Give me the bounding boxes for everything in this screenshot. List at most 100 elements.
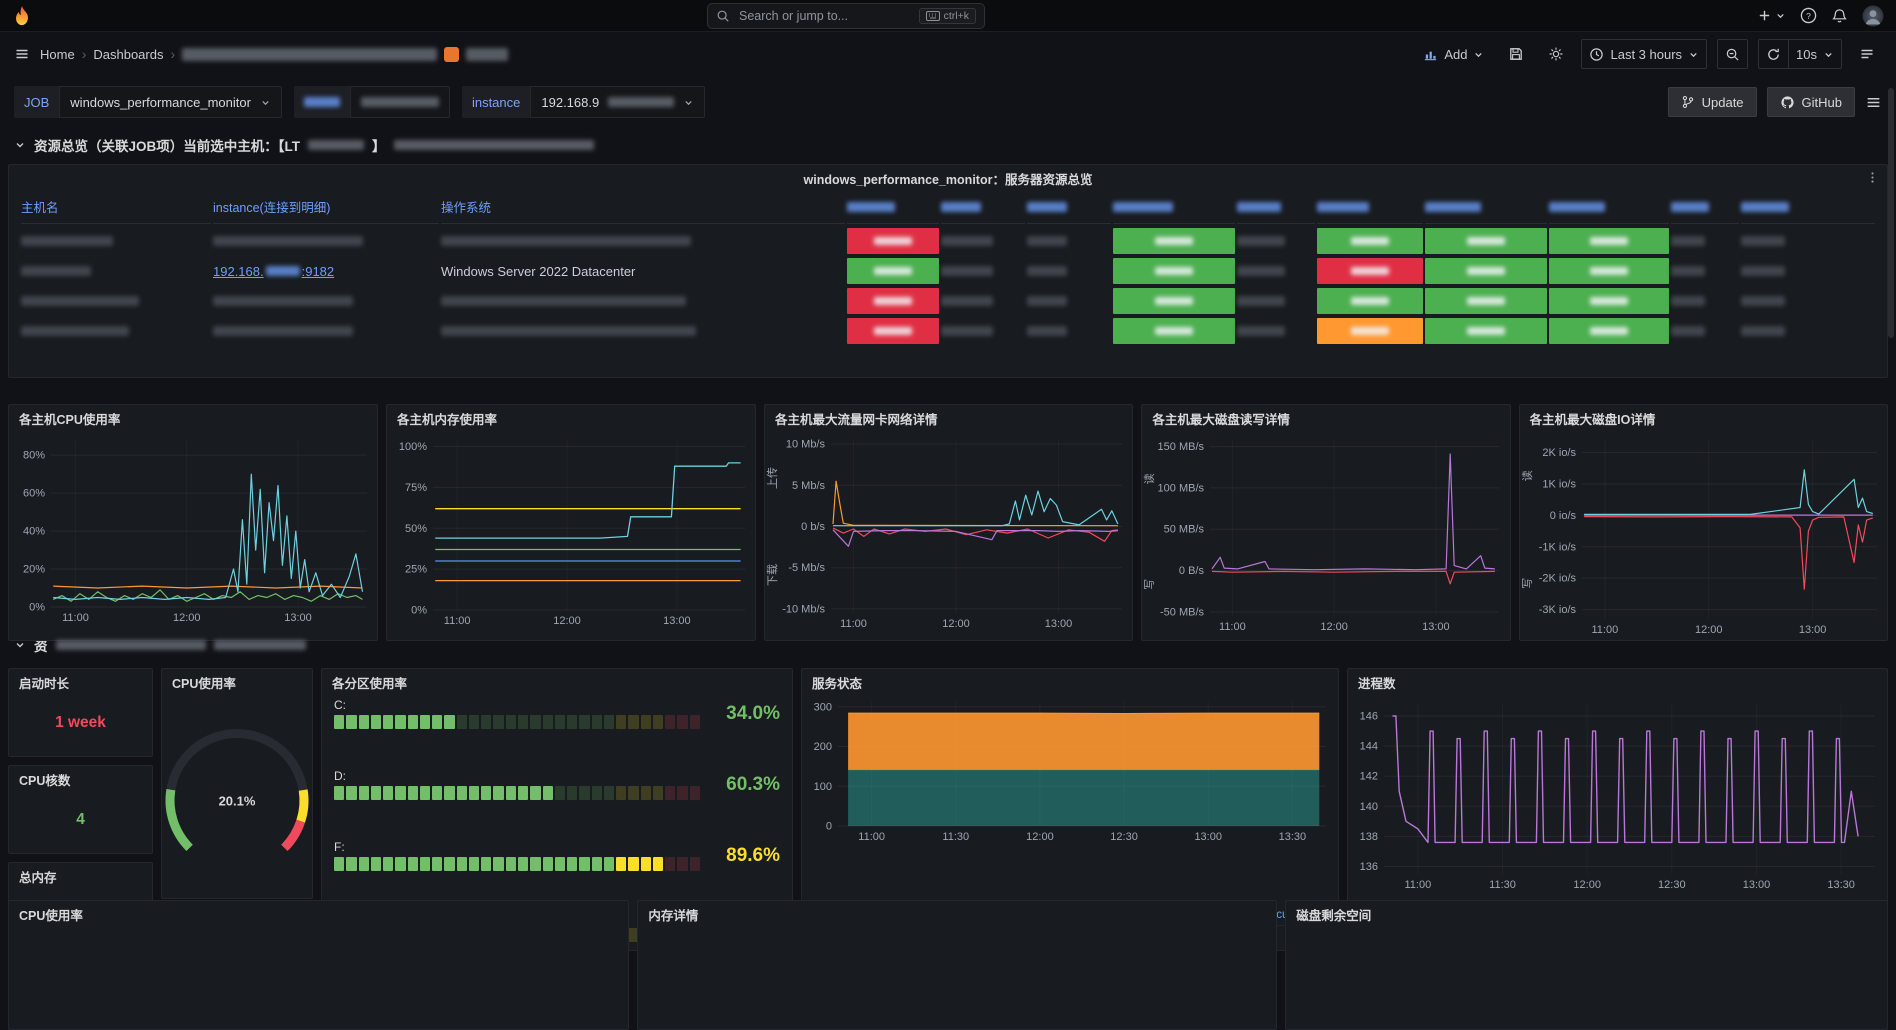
github-button[interactable]: GitHub <box>1767 87 1855 117</box>
redacted-text <box>441 296 686 306</box>
bar-cell <box>690 715 700 729</box>
svg-text:11:00: 11:00 <box>1591 624 1618 636</box>
table-header-redacted-7[interactable] <box>1549 194 1669 224</box>
partition-bar <box>334 715 700 729</box>
variable-redacted-select[interactable] <box>350 86 450 118</box>
svg-text:138: 138 <box>1360 831 1378 843</box>
svg-text:0 B/s: 0 B/s <box>1179 565 1205 577</box>
cell-instance <box>213 228 439 254</box>
new-menu-button[interactable] <box>1757 8 1786 23</box>
bar-cell <box>432 786 442 800</box>
bar-cell <box>506 786 516 800</box>
svg-text:12:30: 12:30 <box>1658 879 1686 891</box>
redacted-text <box>1741 236 1785 246</box>
time-range-picker[interactable]: Last 3 hours <box>1581 39 1707 69</box>
search-input[interactable] <box>737 8 912 24</box>
refresh-interval-dropdown[interactable]: 10s <box>1789 40 1841 68</box>
variable-job-label: JOB <box>14 86 59 118</box>
bar-cell <box>555 857 565 871</box>
grafana-logo[interactable] <box>12 5 32 27</box>
svg-text:75%: 75% <box>405 482 427 494</box>
dashboard-settings-button[interactable] <box>1541 39 1571 69</box>
bar-cell <box>665 786 675 800</box>
table-header-redacted-0[interactable] <box>847 194 939 224</box>
redacted-text <box>1155 237 1193 245</box>
redacted-text <box>1671 202 1709 212</box>
svg-text:25%: 25% <box>405 564 427 576</box>
redacted-text <box>441 326 696 336</box>
hostname-redacted <box>308 140 364 150</box>
panel-title: 进程数 <box>1348 669 1887 696</box>
bar-cell <box>408 857 418 871</box>
redacted-text <box>1027 236 1067 246</box>
panel-title: windows_performance_monitor：服务器资源总览 <box>9 165 1887 192</box>
disk-io-chart: 2K io/s1K io/s0 io/s-1K io/s-2K io/s-3K … <box>1520 432 1887 640</box>
update-button[interactable]: Update <box>1668 87 1757 117</box>
row-overview-toggle[interactable]: 资源总览（关联JOB项）当前选中主机：【LT 】 <box>8 126 1888 164</box>
breadcrumb-separator: › <box>170 46 175 62</box>
instance-link[interactable]: 192.168.:9182 <box>213 264 334 279</box>
redacted-text <box>1741 326 1785 336</box>
table-header-redacted-3[interactable] <box>1113 194 1235 224</box>
redacted-text <box>1671 236 1705 246</box>
page-scrollbar[interactable] <box>1888 88 1894 338</box>
mega-menu-toggle[interactable] <box>14 46 30 62</box>
variable-instance-select[interactable]: 192.168.9 <box>530 86 705 118</box>
bar-cell <box>592 857 602 871</box>
table-header-redacted-4[interactable] <box>1237 194 1315 224</box>
redacted-text <box>1590 297 1628 305</box>
partition-bar-block: D: <box>334 769 700 800</box>
refresh-icon <box>1766 47 1781 62</box>
bar-cell <box>469 786 479 800</box>
redacted-text <box>213 326 353 336</box>
status-cell <box>1113 258 1235 284</box>
svg-text:13:00: 13:00 <box>1743 879 1771 891</box>
table-header-redacted-2[interactable] <box>1027 194 1111 224</box>
partition-label: F: <box>334 840 700 854</box>
save-dashboard-button[interactable] <box>1501 39 1531 69</box>
redacted-text <box>1155 267 1193 275</box>
user-avatar[interactable] <box>1862 5 1884 27</box>
global-search[interactable]: ctrl+k <box>707 3 985 29</box>
table-header-redacted-5[interactable] <box>1317 194 1423 224</box>
help-button[interactable]: ? <box>1800 7 1817 24</box>
refresh-button[interactable] <box>1759 40 1788 68</box>
dashboard-links-menu[interactable] <box>1865 94 1882 111</box>
bar-cell <box>555 715 565 729</box>
table-header-redacted-1[interactable] <box>941 194 1025 224</box>
svg-text:-5 Mb/s: -5 Mb/s <box>788 562 825 574</box>
partition-row: D:60.3% <box>334 769 780 800</box>
redacted-text <box>1467 237 1505 245</box>
svg-text:1K io/s: 1K io/s <box>1542 478 1576 490</box>
kiosk-mode-button[interactable] <box>1852 39 1882 69</box>
table-header-redacted-9[interactable] <box>1741 194 1875 224</box>
redacted-text <box>1671 266 1705 276</box>
table-header-2[interactable]: 操作系统 <box>441 194 845 224</box>
bar-cell <box>628 786 638 800</box>
kiosk-icon <box>1859 46 1875 62</box>
git-branch-icon <box>1681 95 1695 109</box>
svg-text:-2K io/s: -2K io/s <box>1538 573 1576 585</box>
table-header-0[interactable]: 主机名 <box>21 194 211 224</box>
breadcrumb-home-link[interactable]: Home <box>40 47 75 62</box>
breadcrumb-dashboards-link[interactable]: Dashboards <box>93 47 163 62</box>
variable-job-select[interactable]: windows_performance_monitor <box>59 86 282 118</box>
table-header-redacted-8[interactable] <box>1671 194 1739 224</box>
zoom-out-button[interactable] <box>1717 39 1748 69</box>
partition-value: 89.6% <box>710 845 780 867</box>
cell-instance <box>213 288 439 314</box>
footer-panel-2: 磁盘剩余空间 <box>1285 900 1888 1030</box>
add-panel-icon <box>1423 47 1438 62</box>
cell-redacted <box>1237 288 1315 314</box>
partition-bar <box>334 786 700 800</box>
bar-cell <box>383 786 393 800</box>
svg-text:50%: 50% <box>405 523 427 535</box>
redacted-text <box>213 236 363 246</box>
notifications-bell-button[interactable] <box>1831 7 1848 24</box>
svg-text:5 Mb/s: 5 Mb/s <box>792 480 826 492</box>
table-header-1[interactable]: instance(连接到明细) <box>213 194 439 224</box>
table-header-redacted-6[interactable] <box>1425 194 1547 224</box>
redacted-text <box>1027 326 1067 336</box>
add-panel-button[interactable]: Add <box>1416 39 1491 69</box>
panel-menu-button[interactable] <box>1866 171 1879 184</box>
